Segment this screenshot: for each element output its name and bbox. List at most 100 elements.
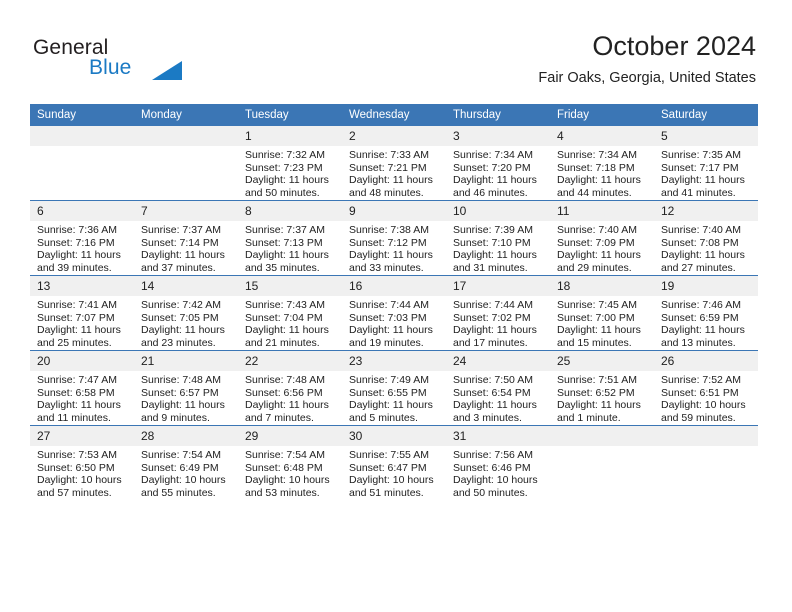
calendar-day-cell[interactable]: 29 Sunrise: 7:54 AM Sunset: 6:48 PM Dayligh…: [238, 425, 342, 500]
page-header: General Blue October 2024 Fair Oaks, Geo…: [0, 0, 792, 100]
calendar-day-cell[interactable]: 6 Sunrise: 7:36 AM Sunset: 7:16 PM Daylight…: [30, 200, 134, 276]
day-number: 31: [446, 426, 550, 446]
sunset-text: Sunset: 7:10 PM: [453, 236, 531, 249]
day-number: 9: [342, 201, 446, 221]
daylight-text-line2: and 41 minutes.: [661, 186, 736, 199]
day-number: 25: [550, 351, 654, 371]
sunset-text: Sunset: 7:14 PM: [141, 236, 219, 249]
daylight-text-line2: and 59 minutes.: [661, 411, 736, 424]
calendar-day-cell[interactable]: 25 Sunrise: 7:51 AM Sunset: 6:52 PM Dayligh…: [550, 350, 654, 426]
daylight-text-line2: and 13 minutes.: [661, 336, 736, 349]
sunrise-text: Sunrise: 7:43 AM: [245, 299, 325, 311]
daylight-text-line1: Daylight: 10 hours: [141, 474, 226, 487]
day-details: Sunrise: 7:42 AM Sunset: 7:05 PM Daylight:…: [134, 296, 238, 349]
calendar-day-cell[interactable]: 28 Sunrise: 7:54 AM Sunset: 6:49 PM Dayligh…: [134, 425, 238, 500]
calendar-day-cell[interactable]: 1 Sunrise: 7:32 AM Sunset: 7:23 PM Daylight…: [238, 126, 342, 201]
daylight-text-line2: and 44 minutes.: [557, 186, 632, 199]
calendar-day-cell[interactable]: 13 Sunrise: 7:41 AM Sunset: 7:07 PM Dayligh…: [30, 275, 134, 351]
sunset-text: Sunset: 6:54 PM: [453, 386, 531, 399]
day-details: Sunrise: 7:37 AM Sunset: 7:14 PM Daylight:…: [134, 221, 238, 274]
daylight-text-line1: Daylight: 10 hours: [661, 399, 746, 412]
calendar-day-cell[interactable]: 26 Sunrise: 7:52 AM Sunset: 6:51 PM Dayligh…: [654, 350, 758, 426]
sunrise-text: Sunrise: 7:54 AM: [141, 449, 221, 461]
daylight-text-line1: Daylight: 11 hours: [349, 249, 433, 262]
calendar-day-cell[interactable]: 18 Sunrise: 7:45 AM Sunset: 7:00 PM Dayligh…: [550, 275, 654, 351]
day-details: Sunrise: 7:49 AM Sunset: 6:55 PM Daylight:…: [342, 371, 446, 424]
sunset-text: Sunset: 7:03 PM: [349, 311, 427, 324]
calendar-day-cell[interactable]: 23 Sunrise: 7:49 AM Sunset: 6:55 PM Dayligh…: [342, 350, 446, 426]
title-block: October 2024 Fair Oaks, Georgia, United …: [538, 30, 756, 88]
calendar-day-cell[interactable]: 21 Sunrise: 7:48 AM Sunset: 6:57 PM Dayligh…: [134, 350, 238, 426]
calendar-day-cell[interactable]: 30 Sunrise: 7:55 AM Sunset: 6:47 PM Dayligh…: [342, 425, 446, 500]
daylight-text-line2: and 3 minutes.: [453, 411, 522, 424]
calendar-day-cell[interactable]: 11 Sunrise: 7:40 AM Sunset: 7:09 PM Dayligh…: [550, 200, 654, 276]
sunrise-text: Sunrise: 7:39 AM: [453, 224, 533, 236]
day-number: [30, 126, 134, 146]
calendar-day-cell[interactable]: 7 Sunrise: 7:37 AM Sunset: 7:14 PM Daylight…: [134, 200, 238, 276]
day-details: Sunrise: 7:44 AM Sunset: 7:02 PM Daylight:…: [446, 296, 550, 349]
calendar-day-cell[interactable]: 24 Sunrise: 7:50 AM Sunset: 6:54 PM Dayligh…: [446, 350, 550, 426]
calendar-day-cell[interactable]: 14 Sunrise: 7:42 AM Sunset: 7:05 PM Dayligh…: [134, 275, 238, 351]
calendar-day-cell[interactable]: 31 Sunrise: 7:56 AM Sunset: 6:46 PM Dayligh…: [446, 425, 550, 500]
daylight-text-line2: and 39 minutes.: [37, 261, 112, 274]
sunset-text: Sunset: 6:58 PM: [37, 386, 115, 399]
daylight-text-line2: and 57 minutes.: [37, 486, 112, 499]
brand-logo[interactable]: General Blue: [33, 36, 193, 88]
calendar-day-cell[interactable]: 20 Sunrise: 7:47 AM Sunset: 6:58 PM Dayligh…: [30, 350, 134, 426]
day-number: 15: [238, 276, 342, 296]
day-number: 6: [30, 201, 134, 221]
day-number: 8: [238, 201, 342, 221]
daylight-text-line1: Daylight: 11 hours: [141, 324, 225, 337]
calendar-day-cell[interactable]: 15 Sunrise: 7:43 AM Sunset: 7:04 PM Dayligh…: [238, 275, 342, 351]
daylight-text-line1: Daylight: 11 hours: [557, 174, 641, 187]
calendar-page: General Blue October 2024 Fair Oaks, Geo…: [0, 0, 792, 612]
sunset-text: Sunset: 7:18 PM: [557, 161, 635, 174]
day-details: Sunrise: 7:53 AM Sunset: 6:50 PM Daylight:…: [30, 446, 134, 499]
day-details: Sunrise: 7:50 AM Sunset: 6:54 PM Daylight:…: [446, 371, 550, 424]
sunrise-text: Sunrise: 7:52 AM: [661, 374, 741, 386]
calendar-day-cell[interactable]: 5 Sunrise: 7:35 AM Sunset: 7:17 PM Daylight…: [654, 126, 758, 201]
calendar-day-cell[interactable]: 22 Sunrise: 7:48 AM Sunset: 6:56 PM Dayligh…: [238, 350, 342, 426]
location-subtitle: Fair Oaks, Georgia, United States: [538, 70, 756, 86]
sunrise-text: Sunrise: 7:40 AM: [557, 224, 637, 236]
daylight-text-line2: and 29 minutes.: [557, 261, 632, 274]
day-details: Sunrise: 7:54 AM Sunset: 6:48 PM Daylight:…: [238, 446, 342, 499]
sunrise-text: Sunrise: 7:37 AM: [141, 224, 221, 236]
calendar-day-cell[interactable]: 3 Sunrise: 7:34 AM Sunset: 7:20 PM Daylight…: [446, 126, 550, 201]
daylight-text-line1: Daylight: 10 hours: [245, 474, 330, 487]
calendar-day-cell[interactable]: 4 Sunrise: 7:34 AM Sunset: 7:18 PM Daylight…: [550, 126, 654, 201]
calendar-day-cell[interactable]: 19 Sunrise: 7:46 AM Sunset: 6:59 PM Dayligh…: [654, 275, 758, 351]
daylight-text-line2: and 35 minutes.: [245, 261, 320, 274]
day-number: 19: [654, 276, 758, 296]
calendar-day-cell-empty: [30, 126, 134, 201]
page-title: October 2024: [592, 31, 756, 61]
day-details: Sunrise: 7:37 AM Sunset: 7:13 PM Daylight:…: [238, 221, 342, 274]
day-number: 21: [134, 351, 238, 371]
sunset-text: Sunset: 6:47 PM: [349, 461, 427, 474]
calendar-day-cell[interactable]: 8 Sunrise: 7:37 AM Sunset: 7:13 PM Daylight…: [238, 200, 342, 276]
sunrise-text: Sunrise: 7:49 AM: [349, 374, 429, 386]
calendar-day-cell[interactable]: 9 Sunrise: 7:38 AM Sunset: 7:12 PM Daylight…: [342, 200, 446, 276]
sunset-text: Sunset: 7:16 PM: [37, 236, 115, 249]
daylight-text-line2: and 23 minutes.: [141, 336, 216, 349]
calendar-day-cell[interactable]: 2 Sunrise: 7:33 AM Sunset: 7:21 PM Daylight…: [342, 126, 446, 201]
sunrise-text: Sunrise: 7:34 AM: [453, 149, 533, 161]
calendar-day-cell[interactable]: 10 Sunrise: 7:39 AM Sunset: 7:10 PM Dayligh…: [446, 200, 550, 276]
calendar-day-cell[interactable]: 27 Sunrise: 7:53 AM Sunset: 6:50 PM Dayligh…: [30, 425, 134, 500]
day-number: [550, 426, 654, 446]
daylight-text-line1: Daylight: 11 hours: [453, 174, 537, 187]
calendar-day-cell[interactable]: 12 Sunrise: 7:40 AM Sunset: 7:08 PM Dayligh…: [654, 200, 758, 276]
sunrise-sunset-calendar: Sunday Monday Tuesday Wednesday Thursday…: [30, 104, 758, 500]
day-details: Sunrise: 7:43 AM Sunset: 7:04 PM Daylight:…: [238, 296, 342, 349]
day-number: 29: [238, 426, 342, 446]
sunset-text: Sunset: 6:52 PM: [557, 386, 635, 399]
day-number: 12: [654, 201, 758, 221]
sunrise-text: Sunrise: 7:44 AM: [453, 299, 533, 311]
day-details: Sunrise: 7:54 AM Sunset: 6:49 PM Daylight:…: [134, 446, 238, 499]
day-details: Sunrise: 7:44 AM Sunset: 7:03 PM Daylight:…: [342, 296, 446, 349]
calendar-day-cell[interactable]: 17 Sunrise: 7:44 AM Sunset: 7:02 PM Dayligh…: [446, 275, 550, 351]
calendar-day-cell[interactable]: 16 Sunrise: 7:44 AM Sunset: 7:03 PM Dayligh…: [342, 275, 446, 351]
daylight-text-line1: Daylight: 11 hours: [245, 324, 329, 337]
daylight-text-line1: Daylight: 11 hours: [37, 249, 121, 262]
sunset-text: Sunset: 6:59 PM: [661, 311, 739, 324]
